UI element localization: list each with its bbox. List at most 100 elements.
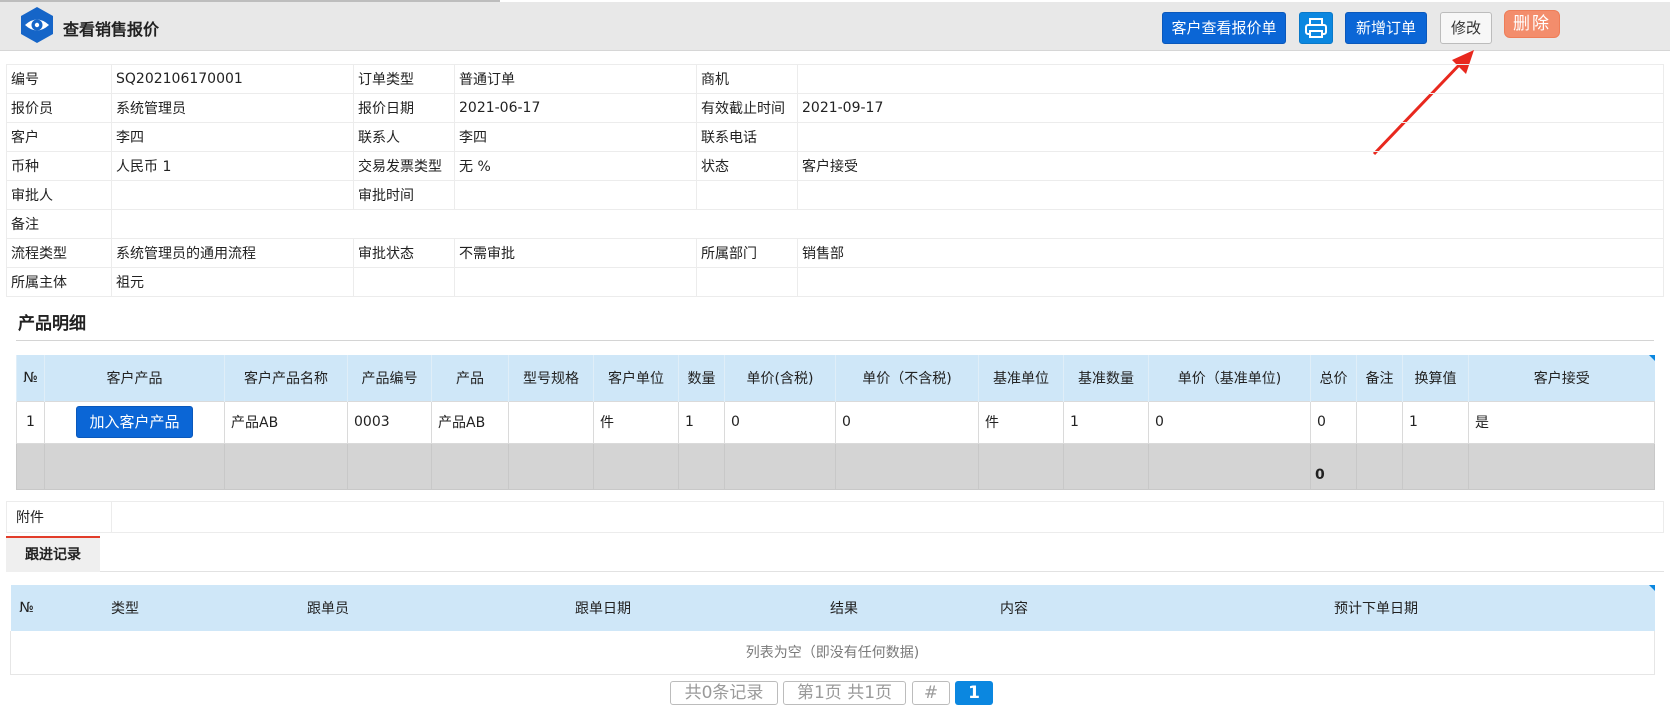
table-cell: 1 [16, 400, 45, 444]
column-header[interactable]: 数量 [678, 355, 725, 401]
info-label: 流程类型 [6, 238, 112, 268]
summary-cell [1148, 442, 1311, 490]
summary-cell [44, 442, 225, 490]
summary-cell [835, 442, 979, 490]
empty-list-message: 列表为空（即没有任何数据) [10, 631, 1655, 675]
column-header[interactable]: 客户产品 [44, 355, 225, 401]
info-value: 普通订单 [454, 64, 697, 94]
column-header[interactable]: 跟单日期 [448, 585, 758, 631]
info-label: 订单类型 [353, 64, 455, 94]
tab-bar: 跟进记录 [6, 536, 1664, 572]
table-corner-marker [1649, 585, 1655, 591]
info-value: 不需审批 [454, 238, 697, 268]
info-row: 币种 人民币 1 交易发票类型无 % 状态 客户接受 [6, 151, 1664, 181]
printer-icon [1305, 18, 1327, 38]
tab-follow-records[interactable]: 跟进记录 [6, 536, 100, 572]
column-header[interactable]: 换算值 [1402, 355, 1469, 401]
follow-records-table: № 类型 跟单员 跟单日期 结果 内容 预计下单日期 列表为空（即没有任何数据) [10, 585, 1655, 675]
info-value: 人民币 1 [111, 151, 354, 181]
summary-cell [16, 442, 45, 490]
summary-cell [678, 442, 725, 490]
column-header[interactable]: 客户接受 [1468, 355, 1655, 401]
delete-button[interactable]: 删除 [1504, 10, 1560, 38]
info-value [797, 122, 1664, 152]
info-value: 李四 [454, 122, 697, 152]
table-cell: 0 [1148, 400, 1311, 444]
column-header[interactable]: 结果 [757, 585, 931, 631]
summary-cell [224, 442, 348, 490]
info-value [797, 180, 1664, 210]
column-header[interactable]: 类型 [42, 585, 208, 631]
column-header[interactable]: 单价（基准单位) [1148, 355, 1311, 401]
table-cell: 1 [1063, 400, 1149, 444]
total-sum: 0 [1310, 442, 1357, 490]
product-detail-title: 产品明细 [18, 314, 86, 334]
info-value: 2021-06-17 [454, 93, 697, 123]
table-row: 1 加入客户产品 产品AB 0003 产品AB 件 1 0 0 件 1 0 0 1 是 [16, 400, 1655, 444]
column-header[interactable]: 产品 [431, 355, 509, 401]
summary-cell [347, 442, 432, 490]
info-label: 报价员 [6, 93, 112, 123]
page-title: 查看销售报价 [63, 20, 160, 39]
new-order-button[interactable]: 新增订单 [1345, 12, 1427, 44]
column-header[interactable]: № [10, 585, 43, 631]
column-header[interactable]: 单价(含税) [724, 355, 836, 401]
pager-page-1[interactable]: 1 [955, 681, 993, 705]
section-divider [16, 340, 1654, 341]
summary-cell [508, 442, 594, 490]
column-header[interactable]: 基准数量 [1063, 355, 1149, 401]
column-header[interactable]: 单价（不含税) [835, 355, 979, 401]
table-cell: 产品AB [224, 400, 348, 444]
column-header[interactable]: 基准单位 [978, 355, 1064, 401]
column-header[interactable]: 型号规格 [508, 355, 594, 401]
info-value: 系统管理员的通用流程 [111, 238, 354, 268]
attachment-row: 附件 [6, 501, 1664, 533]
column-header[interactable]: 内容 [930, 585, 1098, 631]
column-header[interactable]: 总价 [1310, 355, 1357, 401]
table-cell: 是 [1468, 400, 1655, 444]
info-label: 所属部门 [696, 238, 798, 268]
table-cell [508, 400, 594, 444]
info-row: 报价员 系统管理员 报价日期 2021-06-17 有效截止时间 2021-09-17 [6, 93, 1664, 123]
info-value: 祖元 [111, 267, 354, 297]
info-label [696, 180, 798, 210]
info-value [797, 64, 1664, 94]
column-header[interactable]: 客户产品名称 [224, 355, 348, 401]
info-row: 编号 SQ202106170001 订单类型 普通订单 商机 [6, 64, 1664, 94]
attachment-value[interactable] [111, 501, 1664, 533]
info-label: 联系电话 [696, 122, 798, 152]
table-cell: 0 [724, 400, 836, 444]
column-header[interactable]: № [16, 355, 45, 401]
column-header[interactable]: 产品编号 [347, 355, 432, 401]
info-label: 有效截止时间 [696, 93, 798, 123]
info-label: 所属主体 [6, 267, 112, 297]
summary-cell [431, 442, 509, 490]
table-cell: 加入客户产品 [44, 400, 225, 444]
info-value [454, 267, 697, 297]
customer-view-quote-button[interactable]: 客户查看报价单 [1162, 12, 1286, 44]
info-row: 客户 李四 联系人 李四 联系电话 [6, 122, 1664, 152]
info-value: 李四 [111, 122, 354, 152]
info-label: 商机 [696, 64, 798, 94]
info-label: 联系人 [353, 122, 455, 152]
info-label [353, 267, 455, 297]
info-label: 备注 [6, 209, 112, 239]
info-label: 币种 [6, 151, 112, 181]
info-label: 审批状态 [353, 238, 455, 268]
info-row: 审批人 审批时间 [6, 180, 1664, 210]
info-value: 2021-09-17 [797, 93, 1664, 123]
table-corner-marker [1649, 355, 1655, 361]
quote-info-table: 编号 SQ202106170001 订单类型 普通订单 商机 报价员 系统管理员 报价日期 20… [6, 64, 1664, 297]
info-value [111, 209, 1664, 239]
column-header[interactable]: 跟单员 [207, 585, 449, 631]
add-customer-product-button[interactable]: 加入客户产品 [76, 406, 193, 438]
column-header[interactable]: 预计下单日期 [1097, 585, 1655, 631]
table-cell: 1 [678, 400, 725, 444]
print-button[interactable] [1299, 12, 1333, 44]
column-header[interactable]: 备注 [1356, 355, 1403, 401]
edit-button[interactable]: 修改 [1440, 12, 1492, 44]
info-row: 备注 [6, 209, 1664, 239]
table-cell: 件 [978, 400, 1064, 444]
column-header[interactable]: 客户单位 [593, 355, 679, 401]
pager-jump-button[interactable]: # [912, 681, 950, 705]
